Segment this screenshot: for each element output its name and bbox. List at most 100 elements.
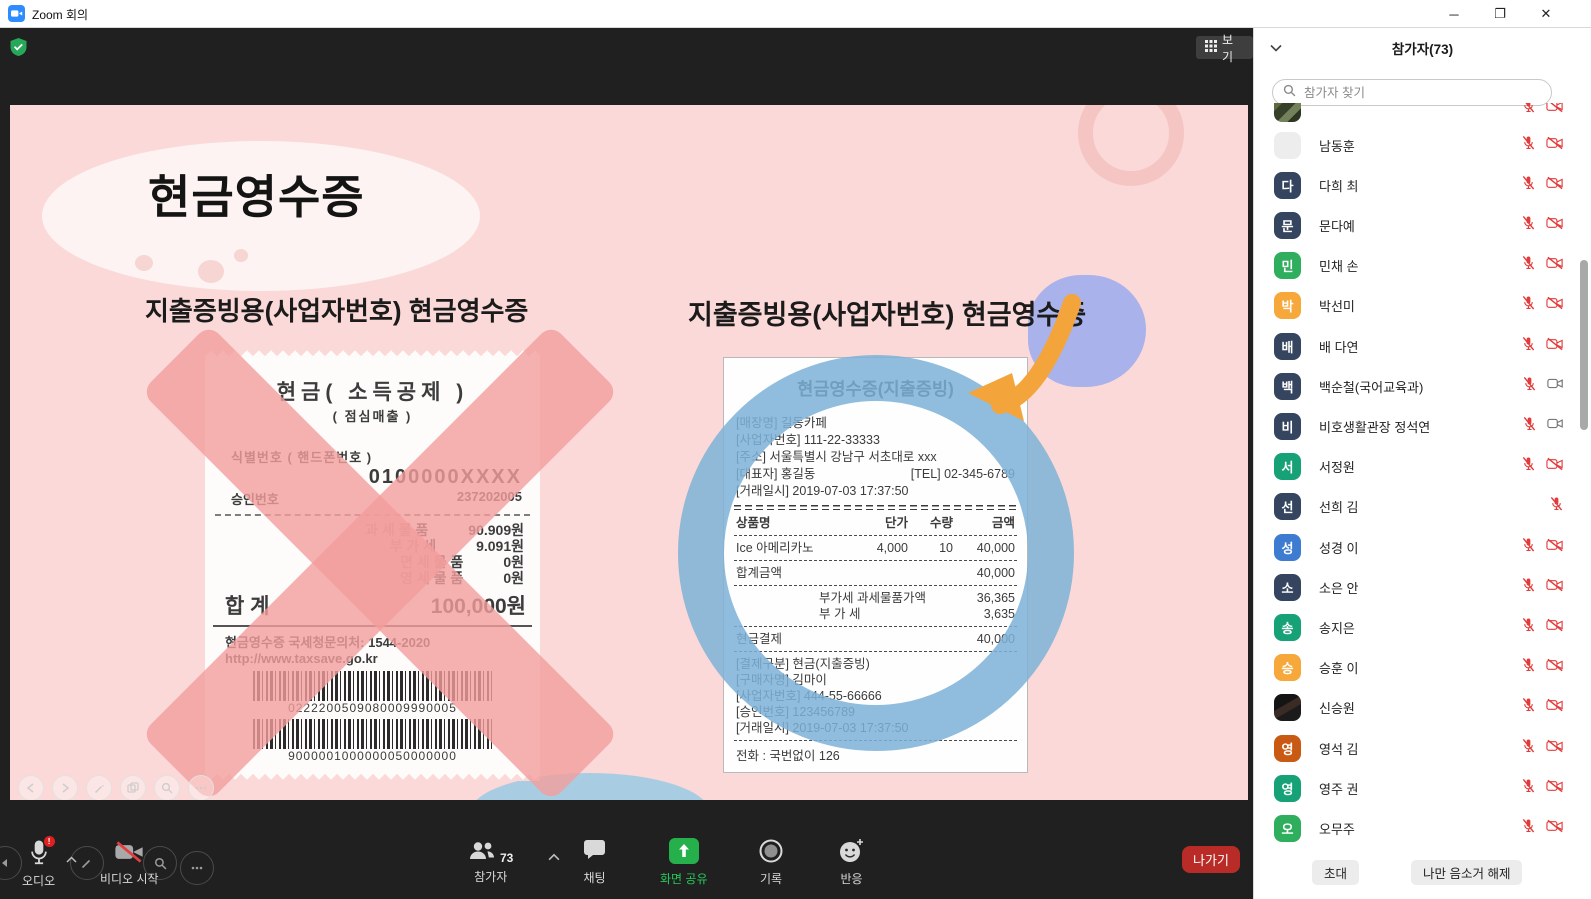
video-off-icon — [1546, 779, 1564, 798]
participant-search[interactable] — [1272, 79, 1552, 106]
mic-muted-icon — [1521, 657, 1536, 678]
mic-muted-icon — [1521, 537, 1536, 558]
meeting-area: 보기 현금영수증 지출증빙용(사업자번호) 현금영수증 지출증빙용(사업자번호)… — [0, 28, 1253, 899]
unmute-self-button[interactable]: 나만 음소거 해제 — [1411, 860, 1522, 885]
pen-tool-button[interactable] — [86, 775, 112, 800]
record-button[interactable]: 기록 — [758, 838, 784, 887]
grid-icon — [1205, 40, 1217, 55]
window-title: Zoom 회의 — [32, 6, 88, 23]
participant-name: 영주 권 — [1319, 779, 1521, 798]
maximize-button[interactable]: ❐ — [1478, 0, 1522, 28]
participant-row[interactable]: 영영석 김 — [1254, 728, 1578, 768]
toolbar-more-button[interactable] — [180, 851, 214, 885]
participant-name: 오무주 — [1319, 819, 1521, 838]
receipt-title: 현금( 소득공제 ) — [205, 376, 540, 406]
mic-muted-icon — [1521, 818, 1536, 839]
participant-list-scrollbar[interactable] — [1580, 260, 1588, 430]
video-on-icon — [1547, 417, 1564, 435]
invite-button[interactable]: 초대 — [1312, 860, 1359, 885]
avatar — [1274, 132, 1301, 159]
participant-row[interactable]: 백백순철(국어교육과) — [1254, 366, 1578, 406]
participant-row[interactable]: 오 오무주 — [1254, 808, 1578, 845]
mic-muted-icon — [1521, 738, 1536, 759]
video-button[interactable]: 비디오 시작 — [100, 840, 159, 887]
video-off-icon — [1546, 103, 1564, 118]
video-on-icon — [1547, 377, 1564, 395]
participant-row[interactable]: 영영주 권 — [1254, 768, 1578, 808]
participant-row[interactable]: 비 비호생활관장 정석연 — [1254, 406, 1578, 446]
participant-row[interactable]: 송송지은 — [1254, 607, 1578, 647]
participant-row[interactable]: 다다희 최 — [1254, 165, 1578, 205]
audio-button[interactable]: ! 오디오 — [22, 840, 55, 889]
participant-name: 선희 김 — [1319, 497, 1549, 516]
participant-search-input[interactable] — [1302, 85, 1541, 101]
participant-row[interactable]: 문문다예 — [1254, 205, 1578, 245]
participant-name: 신승원 — [1319, 698, 1521, 717]
participant-name: 백순철(국어교육과) — [1319, 377, 1522, 396]
decor-ring — [1078, 105, 1184, 186]
more-tools-button[interactable] — [188, 775, 214, 800]
mic-muted-icon — [1521, 617, 1536, 638]
participant-row[interactable]: 배배 다연 — [1254, 326, 1578, 366]
close-button[interactable]: ✕ — [1524, 0, 1568, 28]
participants-button[interactable]: 73 참가자 — [468, 840, 513, 885]
leave-button[interactable]: 나가기 — [1182, 846, 1240, 873]
video-off-icon — [1546, 176, 1564, 195]
participant-name: 비호생활관장 정석연 — [1319, 417, 1522, 436]
chat-button[interactable]: 채팅 — [582, 840, 607, 886]
participant-row[interactable]: 신승원 — [1254, 688, 1578, 728]
video-off-icon — [1546, 538, 1564, 557]
video-off-icon — [1546, 618, 1564, 637]
slide-title: 현금영수증 — [148, 161, 365, 227]
avatar: 영 — [1274, 735, 1301, 762]
avatar: 배 — [1274, 333, 1301, 360]
avatar: 박 — [1274, 292, 1301, 319]
participant-row[interactable]: 서서정원 — [1254, 447, 1578, 487]
receipt-line: 과 세 물 품90.909원 — [205, 522, 540, 538]
receipt-footer-line: [거래일시] 2019-07-03 17:37:50 — [736, 720, 1015, 736]
participant-name: 박선미 — [1319, 296, 1521, 315]
receipt-footer-line: [구매자명] 김마이 — [736, 672, 1015, 688]
prev-slide-button[interactable] — [18, 775, 44, 800]
video-off-icon — [1546, 698, 1564, 717]
minimize-button[interactable]: ─ — [1432, 0, 1476, 28]
participant-row[interactable]: 박 박선미 — [1254, 286, 1578, 326]
participant-row[interactable]: 소소은 안 — [1254, 567, 1578, 607]
participant-row[interactable]: 성성경 이 — [1254, 527, 1578, 567]
avatar: 민 — [1274, 252, 1301, 279]
receipt-footer-line: [승인번호] 123456789 — [736, 704, 1015, 720]
participants-panel-header: 참가자(73) — [1254, 28, 1591, 66]
view-button[interactable]: 보기 — [1196, 36, 1253, 59]
participant-row[interactable]: 선선희 김 — [1254, 487, 1578, 527]
mic-muted-icon — [1521, 336, 1536, 357]
participant-row[interactable]: 남동훈 — [1254, 125, 1578, 165]
receipt-info-line: [매장명] 길동카페 — [736, 415, 1015, 432]
reactions-button[interactable]: 반응 — [838, 838, 865, 887]
participants-menu-chevron-icon[interactable] — [548, 848, 560, 866]
right-receipt-heading: 지출증빙용(사업자번호) 현금영수증 — [688, 293, 1086, 332]
participant-row[interactable]: 민민채 손 — [1254, 246, 1578, 286]
receipt-footer-line: [사업자번호] 444-55-66666 — [736, 688, 1015, 704]
avatar: 오 — [1274, 815, 1301, 842]
shared-slide: 현금영수증 지출증빙용(사업자번호) 현금영수증 지출증빙용(사업자번호) 현금… — [10, 105, 1248, 800]
mic-muted-icon — [1521, 697, 1536, 718]
zoom-tool-button[interactable] — [154, 775, 180, 800]
video-off-icon — [1546, 136, 1564, 155]
slides-button[interactable] — [120, 775, 146, 800]
video-off-icon — [1546, 819, 1564, 838]
audio-menu-chevron-icon[interactable] — [66, 850, 77, 868]
left-receipt-heading: 지출증빙용(사업자번호) 현금영수증 — [145, 291, 528, 328]
participant-name: 서정원 — [1319, 457, 1521, 476]
toolbar-prev-button[interactable] — [0, 846, 22, 880]
share-screen-button[interactable]: 화면 공유 — [660, 838, 708, 887]
security-shield-icon[interactable] — [10, 38, 27, 56]
avatar: 다 — [1274, 172, 1301, 199]
video-off-icon — [1546, 457, 1564, 476]
participant-list: 남동훈다다희 최문문다예민민채 손박 박선미배배 다연백백순철(국어교육과) 비 비호… — [1254, 103, 1578, 845]
avatar: 문 — [1274, 212, 1301, 239]
next-slide-button[interactable] — [52, 775, 78, 800]
receipt-footer-line: [결제구분] 현금(지출증빙) — [736, 656, 1015, 672]
video-off-icon — [1546, 256, 1564, 275]
participant-row[interactable]: 승승훈 이 — [1254, 648, 1578, 688]
avatar: 비 — [1274, 413, 1301, 440]
